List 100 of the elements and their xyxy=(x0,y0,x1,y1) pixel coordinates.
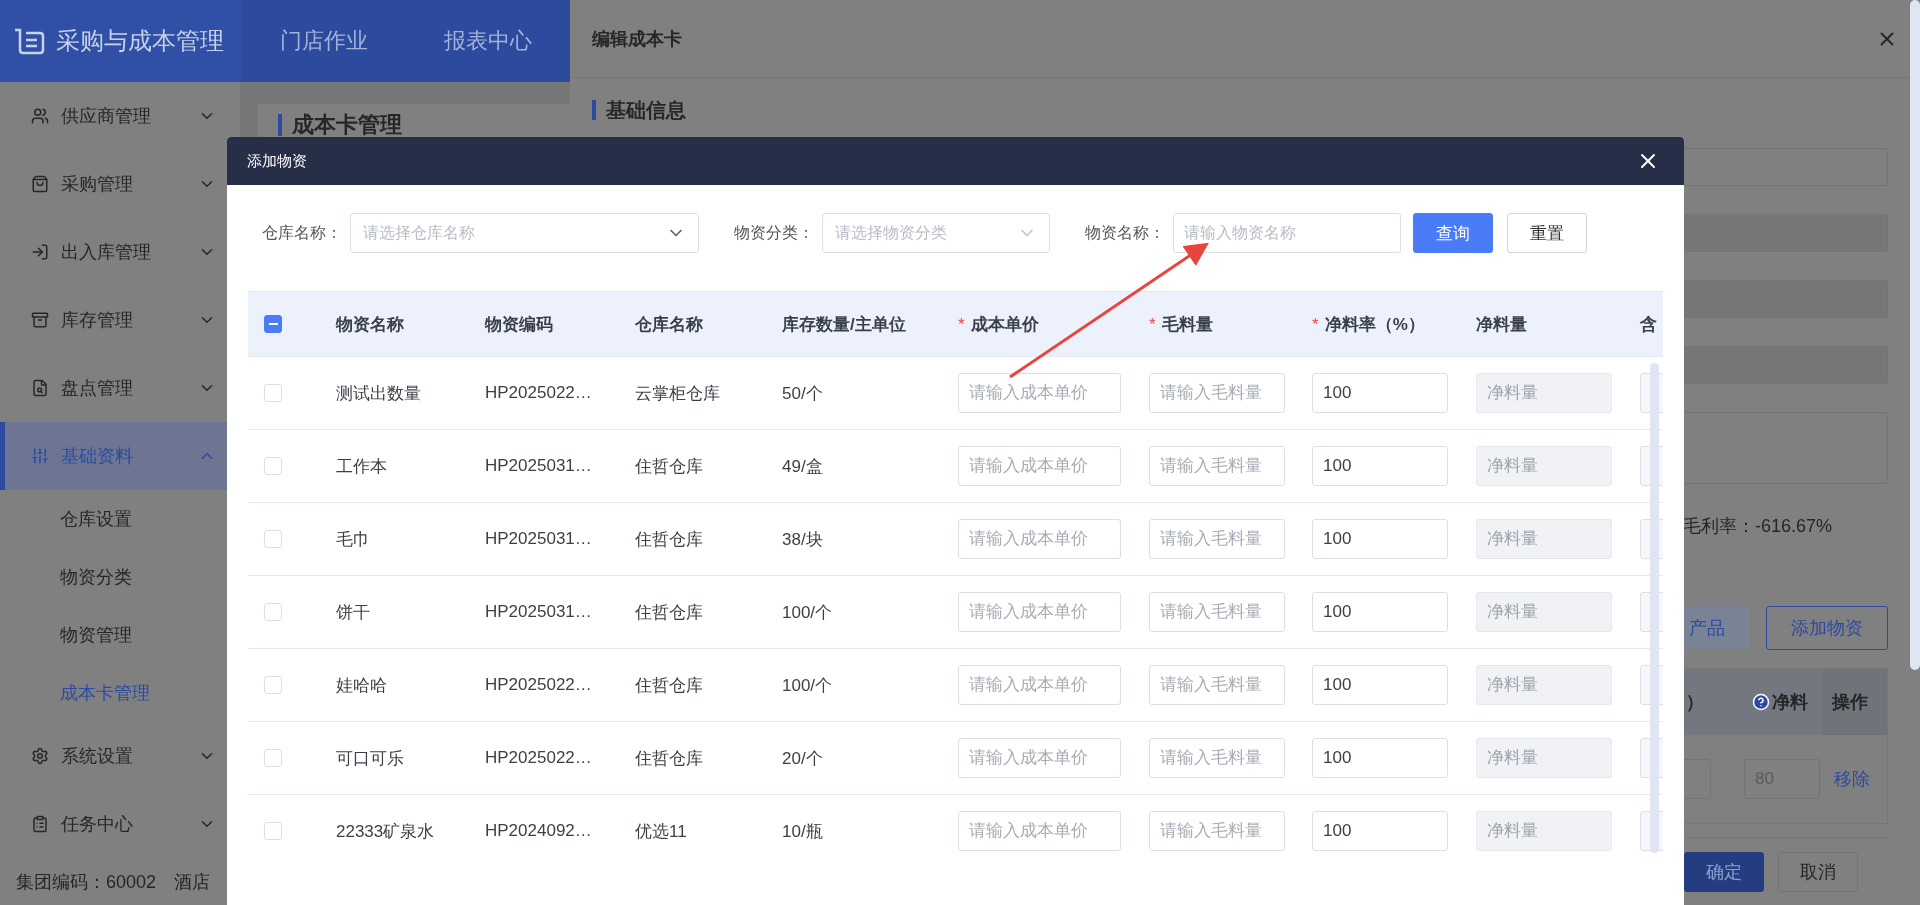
input-field[interactable]: 100 xyxy=(1312,738,1448,778)
table-cell: HP2025022… xyxy=(485,675,592,695)
table-cell-text: 住哲仓库 xyxy=(635,601,703,624)
row-checkbox[interactable] xyxy=(264,676,282,694)
nav-tab[interactable]: 报表中心 xyxy=(406,0,570,82)
column-header: 物资名称 xyxy=(336,313,404,336)
section-title: 基础信息 xyxy=(592,100,686,120)
input-field[interactable]: 请输入成本单价 xyxy=(958,811,1121,851)
dialog-title: 添加物资 xyxy=(247,151,307,171)
row-checkbox[interactable] xyxy=(264,530,282,548)
settings-icon xyxy=(31,747,49,765)
sidebar-label: 采购管理 xyxy=(61,173,134,196)
input-field[interactable]: 100 xyxy=(1312,373,1448,413)
select-field[interactable]: 请选择仓库名称 xyxy=(350,213,699,253)
table-cell-text: 22333矿泉水 xyxy=(336,820,435,843)
table-cell-text: 50/个 xyxy=(782,382,823,405)
input-field[interactable]: 请输入毛料量 xyxy=(1149,592,1285,632)
input-field[interactable]: 请输入毛料量 xyxy=(1149,519,1285,559)
column-header: * 净料率（%） xyxy=(1312,313,1425,336)
row-checkbox[interactable] xyxy=(264,822,282,840)
scrollbar[interactable] xyxy=(1650,363,1659,853)
column-header: 净料 xyxy=(1772,691,1808,714)
table-cell: HP2025031… xyxy=(485,456,592,476)
table-cell-text: 38/块 xyxy=(782,528,823,551)
sidebar-item[interactable]: 任务中心 xyxy=(0,790,240,858)
input-field[interactable]: 100 xyxy=(1312,665,1448,705)
table-cell: HP2025022… xyxy=(485,383,592,403)
table-cell: HP2024092… xyxy=(485,821,592,841)
select-field[interactable]: 请选择物资分类 xyxy=(822,213,1050,253)
table-cell-text: 测试出数量 xyxy=(336,382,421,405)
table-cell-text: 娃哈哈 xyxy=(336,674,387,697)
scrollbar[interactable] xyxy=(1910,0,1920,670)
nav-tab[interactable]: 门店作业 xyxy=(242,0,406,82)
input-field[interactable]: 请输入成本单价 xyxy=(958,446,1121,486)
row-checkbox[interactable] xyxy=(264,603,282,621)
input-field[interactable]: 请输入毛料量 xyxy=(1149,446,1285,486)
input-field[interactable]: 请输入毛料量 xyxy=(1149,811,1285,851)
table-cell-text: 工作本 xyxy=(336,455,387,478)
users-icon xyxy=(31,107,49,125)
table-cell: HP2025022… xyxy=(485,748,592,768)
archive-icon xyxy=(31,311,49,329)
filter-label: 仓库名称： xyxy=(262,223,342,243)
input-field[interactable]: 100 xyxy=(1312,446,1448,486)
sidebar-label: 系统设置 xyxy=(61,745,134,768)
column-header: 含 xyxy=(1640,313,1657,336)
row-checkbox[interactable] xyxy=(264,384,282,402)
input-field[interactable]: 请输入成本单价 xyxy=(958,738,1121,778)
sliders-icon xyxy=(31,447,49,465)
add-material-button[interactable]: 添加物资 xyxy=(1766,606,1888,650)
clipboard-icon xyxy=(31,815,49,833)
remove-link[interactable]: 移除 xyxy=(1834,767,1870,791)
filter-label: 物资名称： xyxy=(1085,223,1165,243)
sign-in-icon xyxy=(31,243,49,261)
sidebar-item[interactable]: 系统设置 xyxy=(0,722,240,790)
table-cell-text: 云掌柜仓库 xyxy=(635,382,720,405)
sidebar-item[interactable]: 采购管理 xyxy=(0,150,240,218)
input-field[interactable]: 请输入成本单价 xyxy=(958,519,1121,559)
sidebar-item[interactable]: 库存管理 xyxy=(0,286,240,354)
table-cell-text: 10/瓶 xyxy=(782,820,823,843)
input-field[interactable]: 请输入毛料量 xyxy=(1149,373,1285,413)
table-cell-text: 优选11 xyxy=(635,820,687,843)
input-field[interactable]: 100 xyxy=(1312,811,1448,851)
input-field[interactable]: 请输入成本单价 xyxy=(958,665,1121,705)
cancel-button[interactable]: 取消 xyxy=(1778,851,1858,892)
input-field[interactable]: 请输入毛料量 xyxy=(1149,738,1285,778)
table-cell: HP2025031… xyxy=(485,529,592,549)
input-field[interactable]: 请输入成本单价 xyxy=(958,373,1121,413)
sidebar-label: 盘点管理 xyxy=(61,377,134,400)
sidebar-item[interactable]: 出入库管理 xyxy=(0,218,240,286)
table-cell-text: 20/个 xyxy=(782,747,823,770)
sidebar-label: 出入库管理 xyxy=(61,241,152,264)
sidebar-item[interactable]: 供应商管理 xyxy=(0,82,240,150)
table-cell-text: 毛巾 xyxy=(336,528,370,551)
sidebar-label: 基础资料 xyxy=(61,445,134,468)
input-field[interactable]: 请输入成本单价 xyxy=(958,592,1121,632)
table-cell-text: 住哲仓库 xyxy=(635,455,703,478)
row-checkbox[interactable] xyxy=(264,749,282,767)
column-header: * 成本单价 xyxy=(958,313,1039,336)
column-header: 物资编码 xyxy=(485,313,553,336)
input-field[interactable]: 100 xyxy=(1312,592,1448,632)
table-cell-text: 住哲仓库 xyxy=(635,747,703,770)
row-checkbox[interactable] xyxy=(264,457,282,475)
input-field[interactable]: 100 xyxy=(1312,519,1448,559)
help-icon[interactable] xyxy=(1752,693,1770,711)
table-cell-text: 100/个 xyxy=(782,601,833,624)
reset-button[interactable]: 重置 xyxy=(1507,213,1587,253)
table-cell: HP2025031… xyxy=(485,602,592,622)
input-field[interactable]: 请输入毛料量 xyxy=(1149,665,1285,705)
confirm-button[interactable]: 确定 xyxy=(1684,851,1764,892)
search-field[interactable]: 请输入物资名称 xyxy=(1173,213,1401,253)
select-all-checkbox[interactable] xyxy=(264,315,282,333)
query-button[interactable]: 查询 xyxy=(1413,213,1493,253)
table-cell-text: 住哲仓库 xyxy=(635,674,703,697)
logo-icon xyxy=(12,26,46,56)
group-code: 集团编码：60002 xyxy=(16,871,157,894)
sidebar-label: 供应商管理 xyxy=(61,105,152,128)
column-header: 操作 xyxy=(1832,691,1868,714)
column-header: * 毛料量 xyxy=(1149,313,1213,336)
sidebar-item[interactable]: 盘点管理 xyxy=(0,354,240,422)
table-cell-text: 住哲仓库 xyxy=(635,528,703,551)
